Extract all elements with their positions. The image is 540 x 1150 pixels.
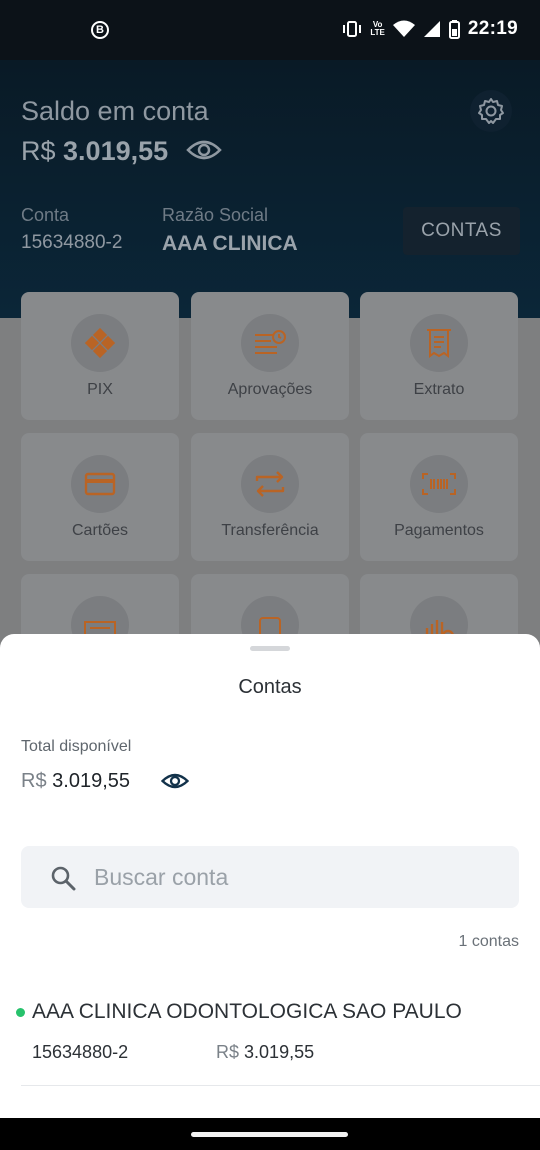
account-number-label: Conta bbox=[21, 205, 70, 225]
eye-icon[interactable] bbox=[161, 771, 189, 791]
search-icon bbox=[51, 866, 76, 891]
active-status-dot bbox=[16, 1008, 25, 1017]
clock: 22:19 bbox=[467, 18, 518, 39]
accounts-sheet: Contas Total disponível R$ 3.019,55 1 co… bbox=[0, 634, 540, 1118]
accounts-button[interactable]: CONTAS bbox=[403, 207, 520, 255]
transfer-icon-wrap bbox=[241, 455, 299, 513]
notification-b-icon: B bbox=[91, 21, 109, 39]
divider bbox=[21, 1085, 540, 1086]
sheet-title: Contas bbox=[238, 676, 302, 698]
company-name: AAA CLINICA bbox=[162, 232, 298, 255]
transfer-tile[interactable]: Transferência bbox=[191, 433, 349, 561]
cards-tile[interactable]: Cartões bbox=[21, 433, 179, 561]
pix-icon bbox=[85, 328, 115, 358]
wifi-icon bbox=[392, 20, 415, 37]
approvals-icon bbox=[255, 330, 286, 354]
system-nav-bar bbox=[0, 1118, 540, 1150]
balance-label: Saldo em conta bbox=[21, 96, 209, 126]
account-list-item[interactable]: AAA CLINICA ODONTOLOGICA SAO PAULO 15634… bbox=[0, 990, 540, 1086]
pix-icon-wrap bbox=[71, 314, 129, 372]
company-name-label: Razão Social bbox=[162, 205, 269, 225]
cards-label: Cartões bbox=[71, 522, 129, 539]
total-available-label: Total disponível bbox=[21, 738, 132, 755]
battery-icon bbox=[448, 19, 460, 39]
statement-icon-wrap bbox=[410, 314, 468, 372]
account-name: AAA CLINICA ODONTOLOGICA SAO PAULO bbox=[32, 1000, 462, 1023]
cards-icon-wrap bbox=[71, 455, 129, 513]
pix-label: PIX bbox=[87, 381, 113, 398]
settings-button[interactable] bbox=[470, 90, 512, 132]
home-gesture-handle[interactable] bbox=[191, 1132, 348, 1137]
eye-icon[interactable] bbox=[186, 138, 222, 162]
account-balance: R$ 3.019,55 bbox=[216, 1042, 315, 1062]
vibrate-icon bbox=[343, 21, 362, 37]
approvals-icon-wrap bbox=[241, 314, 299, 372]
statement-label: Extrato bbox=[413, 381, 465, 398]
receipt-icon bbox=[427, 329, 451, 358]
search-box[interactable] bbox=[21, 846, 519, 908]
transfer-icon bbox=[255, 471, 285, 497]
payments-tile[interactable]: Pagamentos bbox=[360, 433, 518, 561]
payments-label: Pagamentos bbox=[394, 522, 484, 539]
total-available-value: R$ 3.019,55 bbox=[21, 770, 130, 792]
statement-tile[interactable]: Extrato bbox=[360, 292, 518, 420]
account-header: Saldo em conta R$ 3.019,55 Conta 1563488… bbox=[0, 60, 540, 318]
transfer-label: Transferência bbox=[221, 522, 319, 539]
sheet-drag-handle[interactable] bbox=[250, 646, 290, 651]
account-number: 15634880-2 bbox=[21, 232, 123, 253]
volte-icon: Vo LTE bbox=[370, 20, 385, 37]
gear-icon bbox=[478, 98, 504, 124]
account-number: 15634880-2 bbox=[32, 1042, 129, 1062]
pix-tile[interactable]: PIX bbox=[21, 292, 179, 420]
signal-icon bbox=[423, 21, 440, 37]
status-icons: Vo LTE 22:19 bbox=[342, 18, 518, 40]
status-bar: B Vo LTE 22:19 bbox=[0, 0, 540, 60]
payments-icon-wrap bbox=[410, 455, 468, 513]
approvals-tile[interactable]: Aprovações bbox=[191, 292, 349, 420]
approvals-label: Aprovações bbox=[227, 381, 313, 398]
search-input[interactable] bbox=[94, 846, 494, 908]
accounts-count: 1 contas bbox=[458, 933, 519, 950]
card-icon bbox=[84, 472, 116, 496]
balance-value: R$ 3.019,55 bbox=[21, 136, 169, 166]
barcode-icon bbox=[422, 473, 456, 495]
